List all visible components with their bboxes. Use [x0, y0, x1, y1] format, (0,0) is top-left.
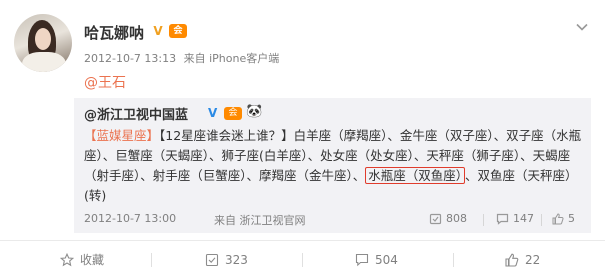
divider [483, 214, 484, 226]
panda-badge-icon: 🐼 [246, 104, 263, 119]
comment-count: 504 [375, 252, 398, 267]
repost-comment-stat[interactable]: 147 [496, 212, 534, 225]
thumbs-up-icon [505, 253, 519, 267]
weibo-card: 哈瓦娜呐 V 会 2012-10-7 13:13 来自 iPhone客户端 @王… [0, 0, 605, 278]
post-source[interactable]: 来自 iPhone客户端 [184, 52, 280, 65]
repost-like-stat[interactable]: 5 [552, 212, 575, 225]
divider [453, 253, 454, 267]
comment-icon [355, 253, 369, 266]
repost-icon [205, 253, 219, 266]
repost-time[interactable]: 2012-10-7 13:00 [84, 212, 176, 225]
topic-link[interactable]: 【蓝媒星座】 [84, 128, 159, 143]
repost-author[interactable]: @浙江卫视中国蓝 [84, 104, 188, 123]
repost-repost-stat[interactable]: 808 [429, 212, 467, 225]
highlighted-text: 水瓶座（双鱼座） [365, 167, 466, 184]
repost-count: 323 [225, 252, 248, 267]
mention-link[interactable]: @王石 [84, 72, 126, 92]
repost-vip-badge: 会 [224, 107, 242, 120]
favorite-button[interactable]: 收藏 [60, 241, 104, 278]
favorite-label: 收藏 [80, 253, 105, 267]
verified-badge: V [153, 24, 163, 38]
repost-repost-count: 808 [446, 212, 467, 225]
star-icon [60, 252, 74, 266]
post-time[interactable]: 2012-10-7 13:13 [84, 52, 176, 65]
like-count: 22 [525, 252, 541, 267]
username[interactable]: 哈瓦娜呐 [84, 22, 144, 43]
repost-comment-count: 147 [513, 212, 534, 225]
action-bar: 收藏 323 504 22 [0, 240, 605, 278]
reposted-weibo: @浙江卫视中国蓝 V 会 🐼 【蓝媒星座】【12星座谁会迷上谁？】白羊座（摩羯座… [74, 98, 591, 233]
repost-icon [429, 213, 442, 224]
like-button[interactable]: 22 [505, 241, 540, 278]
thumbs-up-icon [552, 212, 564, 224]
repost-footer: 2012-10-7 13:00 来自 浙江卫视官网 808 147 5 [84, 212, 582, 230]
comment-button[interactable]: 504 [355, 241, 398, 278]
avatar-face [35, 28, 51, 50]
avatar-body [22, 52, 66, 72]
repost-like-count: 5 [568, 212, 575, 225]
repost-button[interactable]: 323 [205, 241, 248, 278]
repost-verified-badge: V [208, 106, 218, 120]
avatar[interactable] [14, 14, 72, 72]
vip-badge: 会 [169, 24, 187, 38]
repost-text: 【蓝媒星座】【12星座谁会迷上谁？】白羊座（摩羯座）、金牛座（双子座）、双子座（… [84, 126, 582, 206]
chevron-down-icon[interactable] [575, 20, 589, 34]
post-meta: 2012-10-7 13:13 来自 iPhone客户端 [84, 50, 279, 66]
comment-icon [496, 213, 509, 225]
repost-source[interactable]: 来自 浙江卫视官网 [214, 212, 306, 228]
divider [151, 253, 152, 267]
divider [302, 253, 303, 267]
divider [541, 214, 542, 226]
